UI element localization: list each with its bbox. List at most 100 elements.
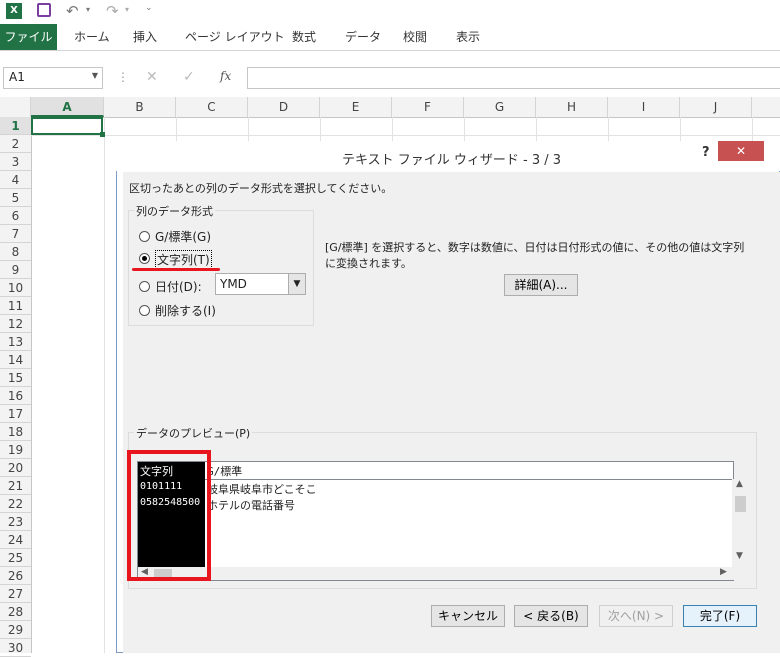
insert-function-icon[interactable]: fx [220, 69, 231, 83]
horizontal-scrollbar[interactable]: ◀ ▶ [138, 567, 749, 580]
row-header[interactable]: 9 [0, 261, 31, 279]
preview-cell: 岐阜県岐阜市どこそこ [207, 483, 317, 496]
row-header[interactable]: 22 [0, 495, 31, 513]
column-header-f[interactable]: F [392, 97, 464, 117]
scroll-thumb[interactable] [735, 496, 746, 512]
save-icon[interactable] [37, 3, 51, 17]
select-all-corner[interactable] [0, 97, 31, 117]
name-box-value: A1 [9, 70, 25, 84]
column-header-g[interactable]: G [464, 97, 536, 117]
selected-cell-a1[interactable] [31, 117, 103, 135]
enter-icon[interactable]: ✓ [183, 69, 195, 85]
tab-data[interactable]: データ [345, 24, 381, 50]
redo-icon[interactable]: ↷ [106, 2, 119, 20]
instruction-text: 区切ったあとの列のデータ形式を選択してください。 [129, 182, 393, 195]
row-header[interactable]: 4 [0, 171, 31, 189]
row-header[interactable]: 16 [0, 387, 31, 405]
column-header-b[interactable]: B [104, 97, 176, 117]
row-header[interactable]: 23 [0, 513, 31, 531]
column-header-d[interactable]: D [248, 97, 320, 117]
date-format-select[interactable]: YMD ▼ [215, 273, 306, 295]
row-header[interactable]: 14 [0, 351, 31, 369]
undo-dropdown-icon[interactable]: ▾ [86, 5, 90, 14]
row-header[interactable]: 3 [0, 153, 31, 171]
radio-skip-label[interactable]: 削除する(I) [155, 302, 216, 319]
help-button[interactable]: ? [702, 145, 710, 160]
row-header[interactable]: 12 [0, 315, 31, 333]
cancel-icon[interactable]: ✕ [146, 69, 158, 85]
row-header[interactable]: 13 [0, 333, 31, 351]
row-header[interactable]: 10 [0, 279, 31, 297]
tab-view[interactable]: 表示 [456, 24, 480, 50]
title-bar: X ↶ ▾ ↷ ▾ ⌄ [0, 0, 780, 24]
tab-formulas[interactable]: 数式 [292, 24, 316, 50]
chevron-down-icon[interactable]: ▼ [288, 274, 305, 294]
radio-general[interactable] [139, 231, 150, 242]
preview-cell: ホテルの電話番号 [207, 499, 295, 512]
column-header-a[interactable]: A [31, 97, 104, 117]
row-header[interactable]: 11 [0, 297, 31, 315]
column-header-i[interactable]: I [608, 97, 680, 117]
row-header[interactable]: 2 [0, 135, 31, 153]
row-header[interactable]: 7 [0, 225, 31, 243]
undo-icon[interactable]: ↶ [66, 2, 79, 20]
excel-icon[interactable]: X [6, 3, 22, 19]
scroll-right-icon[interactable]: ▶ [720, 567, 727, 577]
tab-file[interactable]: ファイル [0, 24, 57, 50]
row-header[interactable]: 6 [0, 207, 31, 225]
row-header[interactable]: 5 [0, 189, 31, 207]
row-header[interactable]: 21 [0, 477, 31, 495]
close-button[interactable]: ✕ [718, 141, 764, 161]
row-header[interactable]: 27 [0, 585, 31, 603]
row-header[interactable]: 1 [0, 117, 31, 135]
back-button[interactable]: < 戻る(B) [514, 605, 588, 627]
ribbon-tabs: ファイル ホーム 挿入 ページ レイアウト 数式 データ 校閲 表示 [0, 24, 780, 51]
group-label: 列のデータ形式 [134, 203, 215, 219]
red-highlight-box [127, 450, 211, 581]
dialog-title: テキスト ファイル ウィザード - 3 / 3 [342, 153, 562, 168]
row-header[interactable]: 15 [0, 369, 31, 387]
scroll-down-icon[interactable]: ▼ [736, 551, 743, 561]
row-header[interactable]: 17 [0, 405, 31, 423]
formula-input[interactable] [247, 67, 780, 89]
tab-insert[interactable]: 挿入 [133, 24, 157, 50]
row-header[interactable]: 25 [0, 549, 31, 567]
column-header-h[interactable]: H [536, 97, 608, 117]
radio-date[interactable] [139, 281, 150, 292]
preview-label: データのプレビュー(P) [134, 425, 253, 441]
tab-home[interactable]: ホーム [74, 24, 110, 50]
cancel-button[interactable]: キャンセル [431, 605, 505, 627]
radio-skip[interactable] [139, 305, 150, 316]
column-header-c[interactable]: C [176, 97, 248, 117]
row-header[interactable]: 26 [0, 567, 31, 585]
column-headers: A B C D E F G H I J [0, 97, 780, 118]
row-header[interactable]: 8 [0, 243, 31, 261]
radio-date-label[interactable]: 日付(D): [155, 278, 202, 295]
row-header[interactable]: 30 [0, 639, 31, 657]
next-button[interactable]: 次へ(N) > [599, 605, 673, 627]
redo-dropdown-icon[interactable]: ▾ [125, 5, 129, 14]
row-header[interactable]: 19 [0, 441, 31, 459]
fill-handle[interactable] [100, 132, 105, 137]
radio-text-label[interactable]: 文字列(T) [155, 250, 212, 269]
row-header[interactable]: 28 [0, 603, 31, 621]
advanced-button[interactable]: 詳細(A)... [504, 274, 578, 296]
customize-icon[interactable]: ⌄ [145, 3, 153, 13]
row-header[interactable]: 18 [0, 423, 31, 441]
row-header[interactable]: 20 [0, 459, 31, 477]
vertical-scrollbar[interactable]: ▲ ▼ [732, 479, 749, 567]
finish-button[interactable]: 完了(F) [683, 605, 757, 627]
scroll-up-icon[interactable]: ▲ [736, 479, 743, 489]
column-header-j[interactable]: J [680, 97, 752, 117]
row-header[interactable]: 29 [0, 621, 31, 639]
row-header[interactable]: 24 [0, 531, 31, 549]
name-box[interactable]: A1 ▼ [3, 67, 103, 89]
formula-bar-handle-icon[interactable]: ⋮ [117, 70, 129, 84]
tab-review[interactable]: 校閲 [403, 24, 427, 50]
column-header-e[interactable]: E [320, 97, 392, 117]
radio-general-label[interactable]: G/標準(G) [155, 228, 211, 245]
radio-text[interactable] [139, 253, 150, 264]
chevron-down-icon[interactable]: ▼ [92, 71, 98, 80]
tab-page-layout[interactable]: ページ レイアウト [185, 24, 285, 50]
data-preview[interactable]: 文字列 G/標準 0101111 岐阜県岐阜市どこそこ 0582548500 ホ… [137, 461, 749, 581]
